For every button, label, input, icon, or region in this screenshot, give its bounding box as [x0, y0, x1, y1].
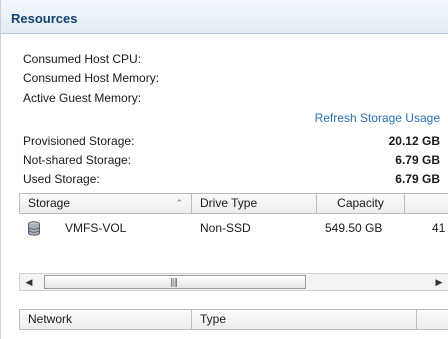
- table-row[interactable]: VMFS-VOL Non-SSD 549.50 GB 41: [19, 215, 448, 241]
- column-header-network[interactable]: Network: [20, 310, 192, 329]
- grip-icon: ∥∥: [170, 277, 178, 287]
- storage-table-header: Storage ⌃ Drive Type Capacity: [19, 193, 448, 214]
- datastore-icon: [27, 221, 41, 239]
- column-storage-label: Storage: [28, 196, 71, 210]
- provisioned-storage-value: 20.12 GB: [388, 134, 440, 148]
- resources-panel: Resources Consumed Host CPU: Consumed Ho…: [0, 0, 448, 339]
- provisioned-storage-label: Provisioned Storage:: [23, 134, 135, 148]
- column-header-capacity[interactable]: Capacity: [317, 194, 405, 213]
- sort-ascending-icon: ⌃: [175, 198, 183, 208]
- resources-header: Resources: [1, 0, 448, 34]
- storage-name: VMFS-VOL: [65, 221, 127, 235]
- column-header-type[interactable]: Type: [192, 310, 417, 329]
- used-storage-label: Used Storage:: [23, 172, 100, 186]
- not-shared-storage-value: 6.79 GB: [395, 153, 440, 167]
- consumed-host-cpu-label: Consumed Host CPU:: [23, 52, 142, 66]
- active-guest-memory-label: Active Guest Memory:: [23, 91, 142, 105]
- network-table-header: Network Type: [19, 309, 448, 330]
- truncated-column-value: 41: [432, 221, 446, 235]
- capacity-value: 549.50 GB: [325, 221, 383, 235]
- refresh-storage-usage-link[interactable]: Refresh Storage Usage: [315, 111, 440, 125]
- column-type-label: Type: [200, 312, 227, 326]
- used-storage-value: 6.79 GB: [395, 172, 440, 186]
- scrollbar-thumb[interactable]: ∥∥: [44, 275, 306, 289]
- not-shared-storage-label: Not-shared Storage:: [23, 153, 132, 167]
- column-header-storage[interactable]: Storage ⌃: [20, 194, 192, 213]
- consumed-host-memory-label: Consumed Host Memory:: [23, 71, 160, 85]
- column-capacity-label: Capacity: [337, 196, 384, 210]
- panel-title: Resources: [11, 11, 78, 26]
- scroll-right-arrow-icon[interactable]: ▶: [430, 274, 448, 290]
- storage-horizontal-scrollbar[interactable]: ◀ ∥∥ ▶: [19, 273, 448, 291]
- scroll-left-arrow-icon[interactable]: ◀: [20, 274, 38, 290]
- column-drive-type-label: Drive Type: [200, 196, 258, 210]
- column-header-drive-type[interactable]: Drive Type: [192, 194, 317, 213]
- drive-type-value: Non-SSD: [200, 221, 251, 235]
- column-network-label: Network: [28, 312, 73, 326]
